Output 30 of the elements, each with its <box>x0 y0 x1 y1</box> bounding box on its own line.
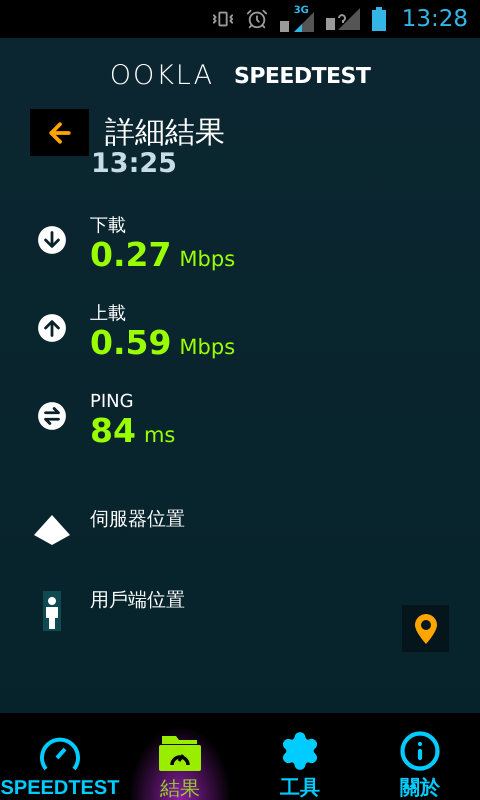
download-icon <box>37 225 67 255</box>
clock: 13:28 <box>402 4 468 34</box>
upload-icon <box>37 313 67 343</box>
alarm-icon <box>246 8 268 30</box>
person-icon <box>43 590 61 630</box>
folder-gauge-icon <box>158 734 202 772</box>
battery-icon <box>372 7 386 31</box>
info-icon <box>399 730 441 772</box>
ping-icon <box>37 401 67 431</box>
no-signal-icon <box>326 8 360 30</box>
brand-logo: OOKLA <box>110 58 214 93</box>
gauge-icon <box>38 736 82 772</box>
result-unit: ms <box>144 422 176 448</box>
location-label: 伺服器位置 <box>90 507 185 532</box>
map-pin-icon <box>414 614 436 644</box>
result-unit: Mbps <box>179 246 236 272</box>
location-label: 用戶端位置 <box>90 588 185 614</box>
result-label: PING <box>90 391 134 414</box>
map-pin-button[interactable] <box>402 605 449 652</box>
result-unit: Mbps <box>179 334 236 360</box>
result-label: 下載 <box>90 215 126 238</box>
result-value: 0.27 <box>90 238 172 270</box>
pyramid-icon <box>33 514 71 546</box>
page-title: 詳細結果 <box>105 114 225 152</box>
test-time: 13:25 <box>91 150 177 177</box>
product-name: SPEEDTEST <box>234 62 370 90</box>
result-value: 0.59 <box>90 326 172 358</box>
result-label: 上載 <box>90 303 126 326</box>
result-value: 84 <box>90 414 136 446</box>
back-button[interactable] <box>30 109 89 156</box>
